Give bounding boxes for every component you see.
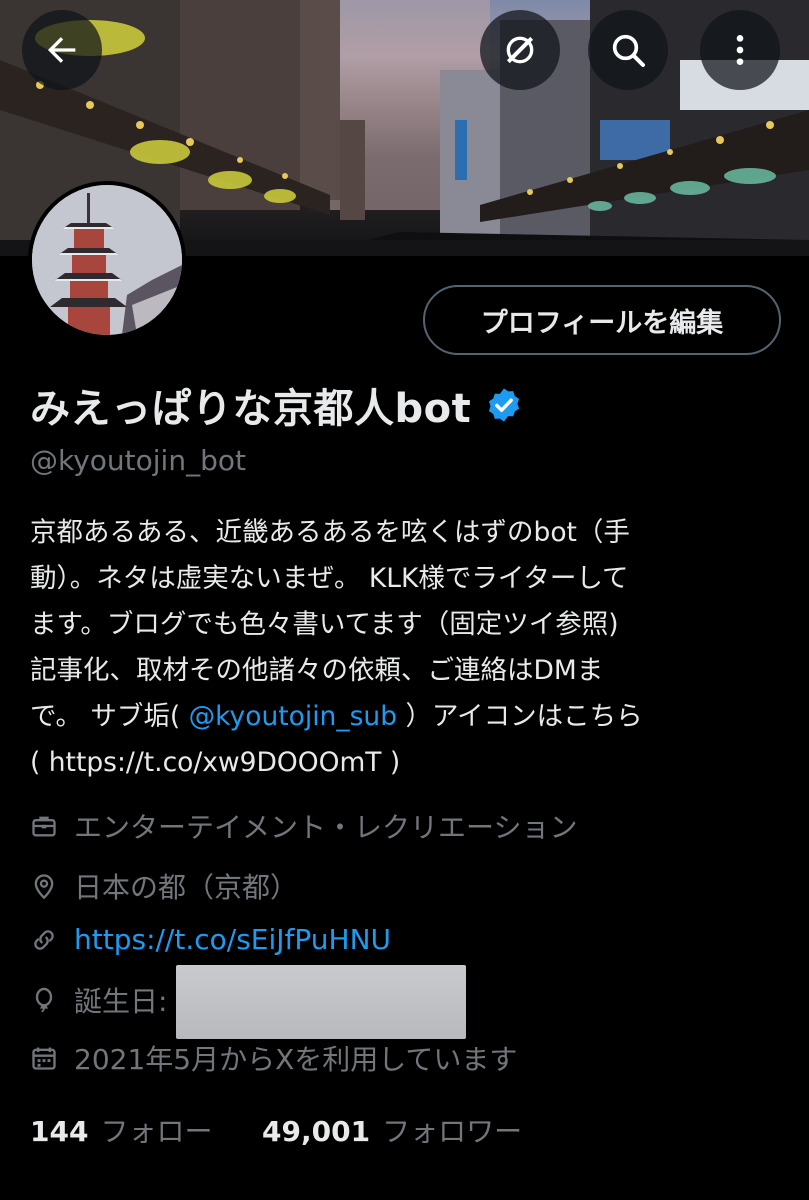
website-link[interactable]: https://t.co/sEiJfPuHNU bbox=[74, 923, 391, 956]
category-text: エンターテイメント・レクリエーション bbox=[74, 811, 578, 844]
calendar-icon bbox=[32, 1047, 56, 1070]
bio-line: で。 サブ垢( @kyoutojin_sub ）アイコンはこちら bbox=[30, 694, 790, 740]
bio-text: で。 サブ垢( bbox=[30, 701, 189, 732]
following-count: 144 bbox=[30, 1115, 89, 1148]
bio-line: 動）。ネタは虚実ないまぜ。 KLK様でライターして bbox=[30, 563, 629, 594]
avatar-image bbox=[32, 185, 182, 335]
profile-location: 日本の都（京都） bbox=[30, 866, 298, 906]
search-button[interactable] bbox=[588, 10, 668, 90]
birthday-label: 誕生日: bbox=[74, 985, 168, 1018]
handle: @kyoutojin_bot bbox=[30, 444, 246, 477]
name-row: みえっぱりな京都人bot bbox=[30, 376, 523, 434]
following-label: フォロー bbox=[100, 1115, 213, 1148]
display-name: みえっぱりな京都人bot bbox=[30, 386, 472, 432]
mention-link[interactable]: @kyoutojin_sub bbox=[189, 701, 397, 732]
verified-badge-icon[interactable] bbox=[485, 386, 523, 424]
grok-icon bbox=[506, 36, 534, 64]
search-icon bbox=[612, 34, 645, 67]
profile-category: エンターテイメント・レクリエーション bbox=[30, 806, 577, 846]
profile-joined: 2021年5月からXを利用しています bbox=[30, 1038, 517, 1078]
back-button[interactable] bbox=[22, 10, 102, 90]
followers-link[interactable]: 49,001 フォロワー bbox=[262, 1110, 522, 1150]
profile-birthday: 誕生日: bbox=[30, 980, 167, 1020]
redacted-birthday bbox=[176, 965, 466, 1039]
more-vertical-icon bbox=[736, 35, 744, 65]
link-icon bbox=[34, 929, 54, 950]
bio-line: ( https://t.co/xw9DOOOmT ) bbox=[30, 747, 401, 778]
bio-line: ます。ブログでも色々書いてます（固定ツイ参照) bbox=[30, 609, 619, 640]
grok-button[interactable] bbox=[480, 10, 560, 90]
profile-website: https://t.co/sEiJfPuHNU bbox=[30, 923, 391, 956]
bio-line: 京都あるある、近畿あるあるを呟くはずのbot（手 bbox=[30, 517, 630, 548]
briefcase-icon bbox=[32, 816, 56, 837]
following-link[interactable]: 144 フォロー bbox=[30, 1110, 212, 1150]
bio-line: 記事化、取材その他諸々の依頼、ご連絡はDMま bbox=[30, 655, 604, 686]
more-button[interactable] bbox=[700, 10, 780, 90]
balloon-icon bbox=[35, 987, 53, 1013]
arrow-left-icon bbox=[47, 37, 76, 63]
profile-bio: 京都あるある、近畿あるあるを呟くはずのbot（手 動）。ネタは虚実ないまぜ。 K… bbox=[30, 510, 790, 786]
followers-count: 49,001 bbox=[262, 1115, 371, 1148]
avatar[interactable] bbox=[28, 181, 186, 339]
followers-label: フォロワー bbox=[382, 1115, 523, 1148]
edit-profile-button[interactable]: プロフィールを編集 bbox=[423, 285, 781, 355]
location-pin-icon bbox=[34, 874, 54, 900]
joined-text: 2021年5月からXを利用しています bbox=[74, 1043, 518, 1076]
bio-text: ）アイコンはこちら bbox=[397, 701, 643, 732]
location-text: 日本の都（京都） bbox=[74, 871, 299, 904]
